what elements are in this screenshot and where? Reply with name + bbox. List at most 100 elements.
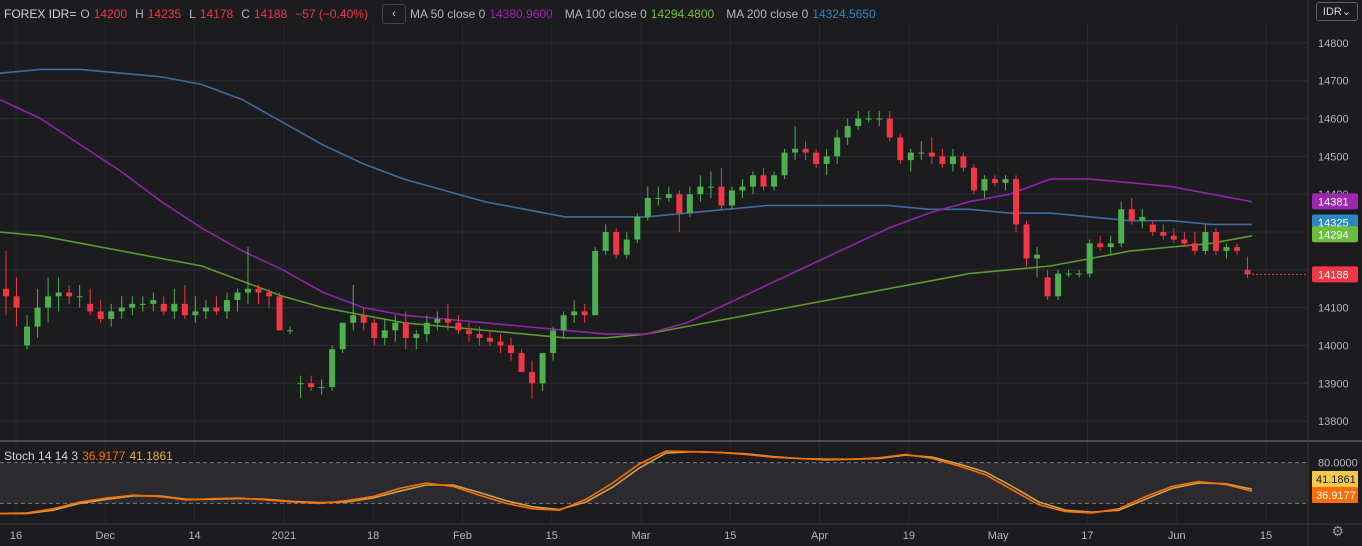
candle-up (1223, 247, 1230, 251)
candle-up (918, 152, 925, 154)
candle-up (423, 322, 430, 335)
ma50-value: 14380.9600 (489, 7, 553, 21)
candle-up (876, 118, 883, 120)
ma50-label[interactable]: MA 50 close 0 (410, 7, 485, 21)
candle-up (949, 156, 956, 164)
candle-up (844, 126, 851, 138)
time-axis-label: 19 (903, 530, 915, 542)
candle-up (139, 303, 146, 305)
candle-up (771, 175, 778, 187)
candle-up (118, 307, 125, 312)
candle-up (297, 383, 304, 385)
candle-up (834, 137, 841, 157)
open-label: O (80, 7, 90, 21)
candle-up (150, 300, 157, 304)
candle-down (1044, 277, 1051, 297)
candle-down (802, 148, 809, 153)
high-value: 14235 (147, 7, 182, 21)
time-axis-label: Jun (1168, 530, 1186, 542)
candle-down (813, 152, 820, 164)
candle-down (3, 288, 9, 297)
collapse-legend-button[interactable]: ‹ (381, 4, 406, 24)
chart-canvas[interactable]: 1480014700146001450014400143001420014100… (0, 0, 1362, 546)
candle-up (45, 296, 52, 308)
candle-up (571, 311, 578, 316)
stoch-k-tag-label: 36.9177 (1316, 490, 1356, 502)
candle-down (276, 296, 283, 331)
time-axis-label: Feb (453, 530, 472, 542)
candle-down (87, 303, 94, 312)
price-axis-label: 14700 (1318, 76, 1349, 88)
price-axis-label: 14500 (1318, 151, 1349, 163)
candle-up (55, 292, 62, 297)
time-axis-label: Apr (811, 530, 828, 542)
candle-down (1244, 269, 1251, 275)
ma100-value: 14294.4800 (650, 7, 715, 21)
ma200-label[interactable]: MA 200 close 0 (726, 7, 808, 21)
time-axis-label: 15 (546, 530, 558, 542)
candle-up (560, 315, 567, 331)
candle-up (202, 307, 209, 312)
candle-up (76, 296, 83, 298)
main-legend: FOREX IDR= O 14200 H 14235 L 14178 C 14188 −… (4, 4, 880, 24)
candle-down (508, 345, 515, 354)
stoch-legend: Stoch 14 14 3 36.9177 41.1861 (4, 449, 173, 463)
stoch-axis-label: 80.0000 (1318, 458, 1358, 470)
symbol-name[interactable]: FOREX IDR= (4, 7, 76, 21)
candle-down (497, 341, 504, 346)
currency-dropdown[interactable]: IDR⌄ (1316, 2, 1358, 21)
time-axis-label: 16 (10, 530, 22, 542)
candle-up (602, 232, 609, 251)
time-axis-label: 17 (1081, 530, 1093, 542)
stoch-label[interactable]: Stoch 14 14 3 (4, 449, 78, 463)
candle-down (960, 156, 967, 168)
candle-up (655, 197, 662, 199)
candle-down (1233, 247, 1240, 251)
candle-down (718, 186, 725, 206)
candle-up (1086, 243, 1093, 274)
candle-up (665, 194, 672, 198)
stoch-d-value: 41.1861 (129, 449, 173, 463)
candle-up (634, 216, 641, 240)
candle-down (581, 311, 588, 316)
candle-up (24, 326, 31, 346)
settings-gear-icon[interactable]: ⚙ (1331, 523, 1344, 540)
candle-up (413, 334, 420, 338)
candle-up (287, 330, 294, 332)
candle-down (1170, 235, 1177, 240)
candle-up (1065, 273, 1072, 275)
candle-down (1181, 239, 1188, 244)
candle-up (234, 292, 241, 301)
candle-up (1202, 232, 1209, 251)
stoch-d-tag-label: 41.1861 (1316, 474, 1356, 486)
candle-up (223, 300, 230, 312)
candle-down (676, 194, 683, 214)
candle-up (392, 322, 399, 331)
candle-down (266, 292, 273, 297)
high-label: H (135, 7, 144, 21)
candle-down (455, 322, 462, 331)
candle-up (1055, 273, 1062, 297)
candle-down (613, 232, 620, 255)
candle-up (697, 186, 704, 195)
candle-up (644, 197, 651, 217)
candle-down (886, 118, 893, 138)
candle-down (13, 296, 20, 308)
time-axis-label: 14 (188, 530, 200, 542)
time-axis-label: May (988, 530, 1009, 542)
close-value: 14188 (253, 7, 288, 21)
candle-down (97, 311, 104, 319)
ma100-label[interactable]: MA 100 close 0 (565, 7, 647, 21)
candle-up (381, 330, 388, 338)
candle-up (739, 186, 746, 191)
candle-down (465, 330, 472, 335)
candle-up (434, 318, 441, 323)
time-axis-label: 18 (367, 530, 379, 542)
low-label: L (189, 7, 196, 21)
candle-up (350, 315, 357, 323)
candle-up (329, 349, 336, 388)
price-tag-label: 14294 (1318, 229, 1349, 241)
candle-down (1013, 179, 1020, 225)
candle-up (686, 194, 693, 214)
price-tag-label: 14188 (1318, 269, 1349, 281)
